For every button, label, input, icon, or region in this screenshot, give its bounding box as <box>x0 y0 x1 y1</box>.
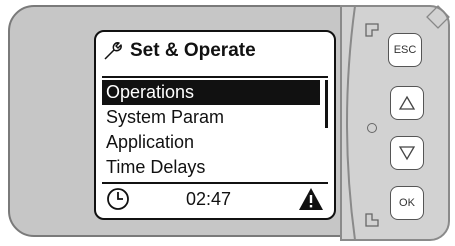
page-title: Set & Operate <box>130 40 256 61</box>
ok-button[interactable]: OK <box>390 186 424 220</box>
header-divider <box>102 76 328 78</box>
down-arrow-icon <box>398 146 416 161</box>
up-button[interactable] <box>390 86 424 120</box>
menu-item-operations[interactable]: Operations <box>102 80 320 105</box>
status-bar: 02:47 <box>102 185 328 215</box>
menu-item-application[interactable]: Application <box>102 130 320 155</box>
diamond-mark <box>426 5 450 29</box>
clock-icon <box>107 188 129 210</box>
menu-list: Operations System Param Application Time… <box>102 80 320 180</box>
wrench-icon <box>104 42 122 60</box>
connector-mark-bottom <box>365 213 379 227</box>
up-arrow-icon <box>398 95 416 110</box>
connector-mark <box>365 23 379 37</box>
header: Set & Operate <box>102 38 256 64</box>
menu-item-system-param[interactable]: System Param <box>102 105 320 130</box>
footer-divider <box>102 182 328 184</box>
status-led <box>367 123 377 133</box>
ok-label: OK <box>399 197 415 209</box>
down-button[interactable] <box>390 136 424 170</box>
esc-label: ESC <box>393 44 417 56</box>
scrollbar[interactable] <box>325 80 328 128</box>
menu-item-time-delays[interactable]: Time Delays <box>102 155 320 180</box>
device: ESC OK Set & Operate Operations System P… <box>0 0 455 246</box>
clock-time: 02:47 <box>186 189 232 209</box>
lcd-screen: Set & Operate Operations System Param Ap… <box>94 30 336 220</box>
esc-button[interactable]: ESC <box>388 33 422 67</box>
warning-icon <box>299 188 323 210</box>
